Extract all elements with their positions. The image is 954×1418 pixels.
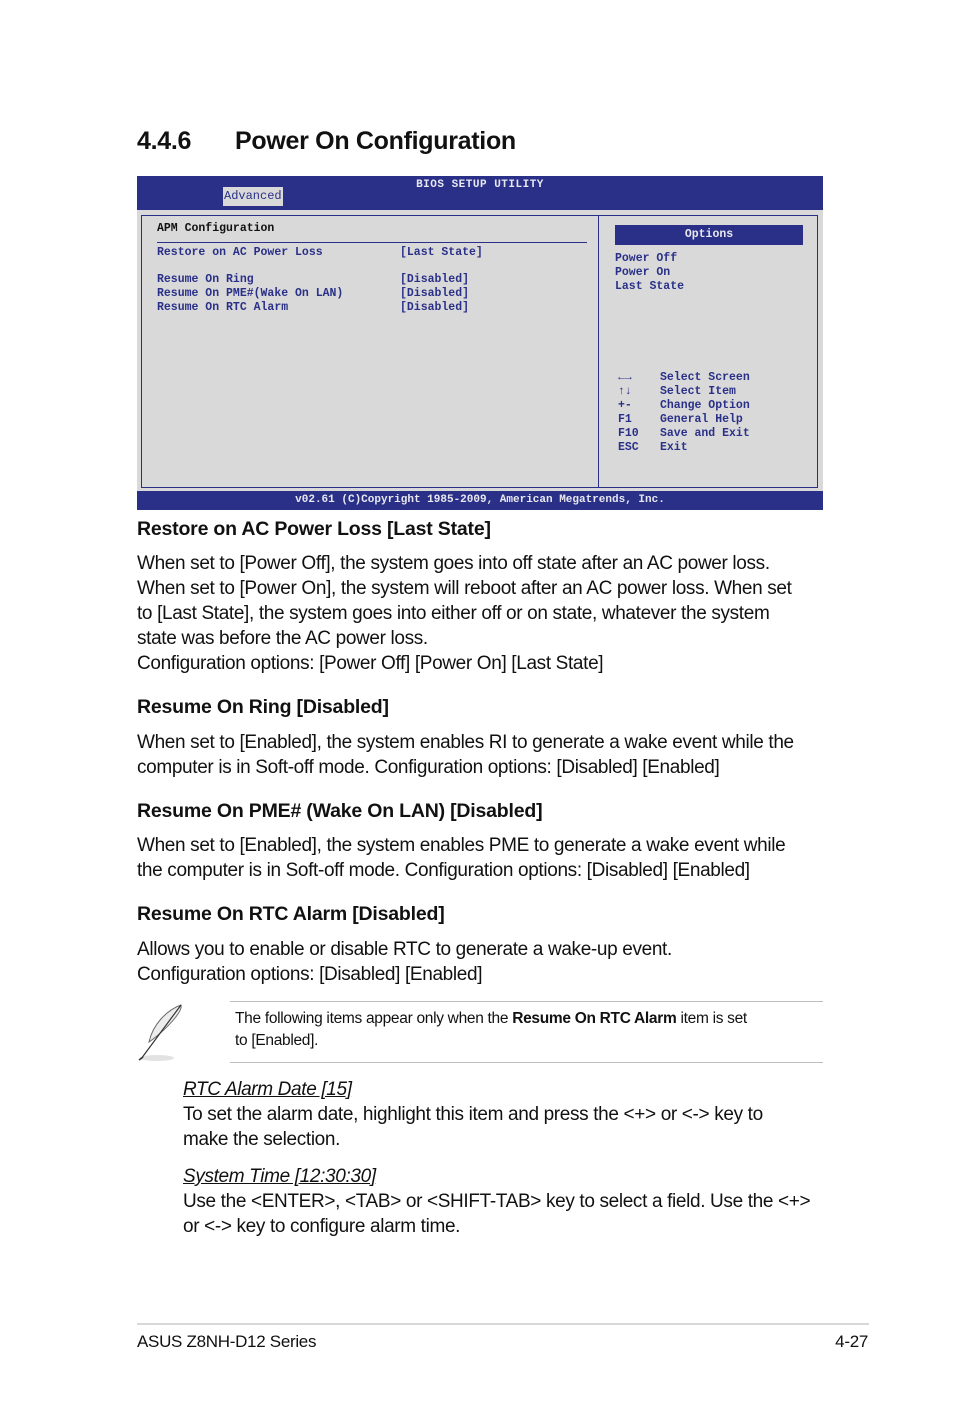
text-line: To set the alarm date, highlight this it… — [183, 1104, 763, 1125]
text-line: computer is in Soft-off mode. Configurat… — [137, 757, 720, 778]
subheading-restore-ac-power-loss: Restore on AC Power Loss [Last State] — [137, 518, 491, 540]
note-text-prefix: The following items appear only when the — [235, 1010, 513, 1027]
section-heading: 4.4.6 Power On Configuration — [137, 127, 516, 156]
key-action: Select Item — [660, 385, 736, 398]
left-right-arrows-icon: ←→ — [618, 371, 632, 384]
paragraph-resume-on-rtc-alarm: Allows you to enable or disable RTC to g… — [137, 937, 827, 987]
bios-item-restore-ac-power-loss[interactable]: Restore on AC Power Loss [Last State] — [157, 246, 587, 260]
key-help-row: ↑↓ Select Item — [618, 385, 750, 399]
note-text: The following items appear only when the… — [235, 1008, 820, 1052]
sub-item-title: RTC Alarm Date [15] — [183, 1079, 352, 1100]
bios-item-label: Resume On RTC Alarm — [157, 301, 289, 314]
text-line: Configuration options: [Power Off] [Powe… — [137, 653, 604, 674]
subheading-resume-on-pme: Resume On PME# (Wake On LAN) [Disabled] — [137, 800, 543, 822]
key-help-row: ESC Exit — [618, 441, 750, 455]
feather-pen-icon — [138, 1004, 182, 1061]
key-action: Save and Exit — [660, 427, 750, 440]
option-last-state[interactable]: Last State — [615, 280, 803, 294]
bios-item-value: [Disabled] — [400, 301, 470, 314]
key-help-legend: ←→ Select Screen ↑↓ Select Item +- Change O… — [618, 371, 750, 455]
bios-item-label: Resume On PME#(Wake On LAN) — [157, 287, 344, 300]
bios-item-value: [Disabled] — [400, 287, 470, 300]
bios-divider-line — [157, 242, 587, 243]
sub-item-rtc-alarm-date: RTC Alarm Date [15] To set the alarm dat… — [183, 1077, 833, 1152]
note-text-suffix: item is set — [676, 1010, 747, 1027]
note-text-line2: to [Enabled]. — [235, 1032, 319, 1049]
key-name: ESC — [618, 441, 639, 454]
options-list: Power Off Power On Last State — [615, 252, 803, 294]
text-line: Configuration options: [Disabled] [Enabl… — [137, 964, 483, 985]
subheading-resume-on-ring: Resume On Ring [Disabled] — [137, 696, 389, 718]
text-line: When set to [Enabled], the system enable… — [137, 732, 794, 753]
text-line: Use the <ENTER>, <TAB> or <SHIFT-TAB> ke… — [183, 1191, 811, 1212]
text-line: When set to [Power On], the system will … — [137, 578, 792, 599]
key-help-row: F10 Save and Exit — [618, 427, 750, 441]
bios-item-label: Resume On Ring — [157, 273, 254, 286]
option-power-off[interactable]: Power Off — [615, 252, 803, 266]
bios-options-panel: Options Power Off Power On Last State — [615, 225, 803, 294]
bios-item-resume-on-pme[interactable]: Resume On PME#(Wake On LAN) [Disabled] — [157, 287, 587, 301]
bios-item-value: [Disabled] — [400, 273, 470, 286]
bios-screenshot: BIOS SETUP UTILITY Advanced APM Configur… — [137, 176, 823, 510]
footer-page-number: 4-27 — [835, 1332, 868, 1351]
section-number: 4.4.6 — [137, 127, 192, 155]
footer-divider — [137, 1323, 869, 1325]
tab-advanced[interactable]: Advanced — [223, 187, 283, 206]
note-box: The following items appear only when the… — [230, 1001, 823, 1063]
text-line: When set to [Power Off], the system goes… — [137, 553, 770, 574]
key-action: Change Option — [660, 399, 750, 412]
bios-item-value: [Last State] — [400, 246, 483, 259]
bios-item-resume-on-rtc-alarm[interactable]: Resume On RTC Alarm [Disabled] — [157, 301, 587, 315]
key-action: General Help — [660, 413, 743, 426]
key-help-row: ←→ Select Screen — [618, 371, 750, 385]
key-name: +- — [618, 399, 632, 412]
bios-settings-panel: APM Configuration Restore on AC Power Lo… — [157, 222, 587, 315]
text-line: to [Last State], the system goes into ei… — [137, 603, 770, 624]
paragraph-restore-ac-power-loss: When set to [Power Off], the system goes… — [137, 551, 827, 676]
key-help-row: F1 General Help — [618, 413, 750, 427]
bios-frame: APM Configuration Restore on AC Power Lo… — [141, 215, 818, 488]
subheading-resume-on-rtc-alarm: Resume On RTC Alarm [Disabled] — [137, 903, 445, 925]
option-power-on[interactable]: Power On — [615, 266, 803, 280]
key-action: Select Screen — [660, 371, 750, 384]
bios-panel-title: APM Configuration — [157, 222, 275, 235]
options-header: Options — [615, 225, 803, 245]
section-title: Power On Configuration — [235, 127, 516, 155]
sub-item-title: System Time [12:30:30] — [183, 1166, 376, 1187]
note-text-bold: Resume On RTC Alarm — [512, 1010, 677, 1027]
key-help-row: +- Change Option — [618, 399, 750, 413]
text-line: or <-> key to configure alarm time. — [183, 1216, 461, 1237]
bios-top-bar: BIOS SETUP UTILITY Advanced — [137, 176, 823, 210]
text-line: make the selection. — [183, 1129, 341, 1150]
bios-divider — [598, 216, 599, 487]
paragraph-resume-on-pme: When set to [Enabled], the system enable… — [137, 833, 827, 883]
bios-item-resume-on-ring[interactable]: Resume On Ring [Disabled] — [157, 273, 587, 287]
key-action: Exit — [660, 441, 688, 454]
key-name: F1 — [618, 413, 632, 426]
bios-copyright-bar: v02.61 (C)Copyright 1985-2009, American … — [137, 491, 823, 510]
bios-item-label: Restore on AC Power Loss — [157, 246, 323, 259]
text-line: the computer is in Soft-off mode. Config… — [137, 860, 750, 881]
text-line: state was before the AC power loss. — [137, 628, 428, 649]
key-name: F10 — [618, 427, 639, 440]
up-down-arrows-icon: ↑↓ — [618, 385, 632, 398]
sub-item-system-time: System Time [12:30:30] Use the <ENTER>, … — [183, 1164, 833, 1239]
footer-product-name: ASUS Z8NH-D12 Series — [137, 1332, 317, 1351]
paragraph-resume-on-ring: When set to [Enabled], the system enable… — [137, 730, 827, 780]
text-line: When set to [Enabled], the system enable… — [137, 835, 786, 856]
text-line: Allows you to enable or disable RTC to g… — [137, 939, 672, 960]
